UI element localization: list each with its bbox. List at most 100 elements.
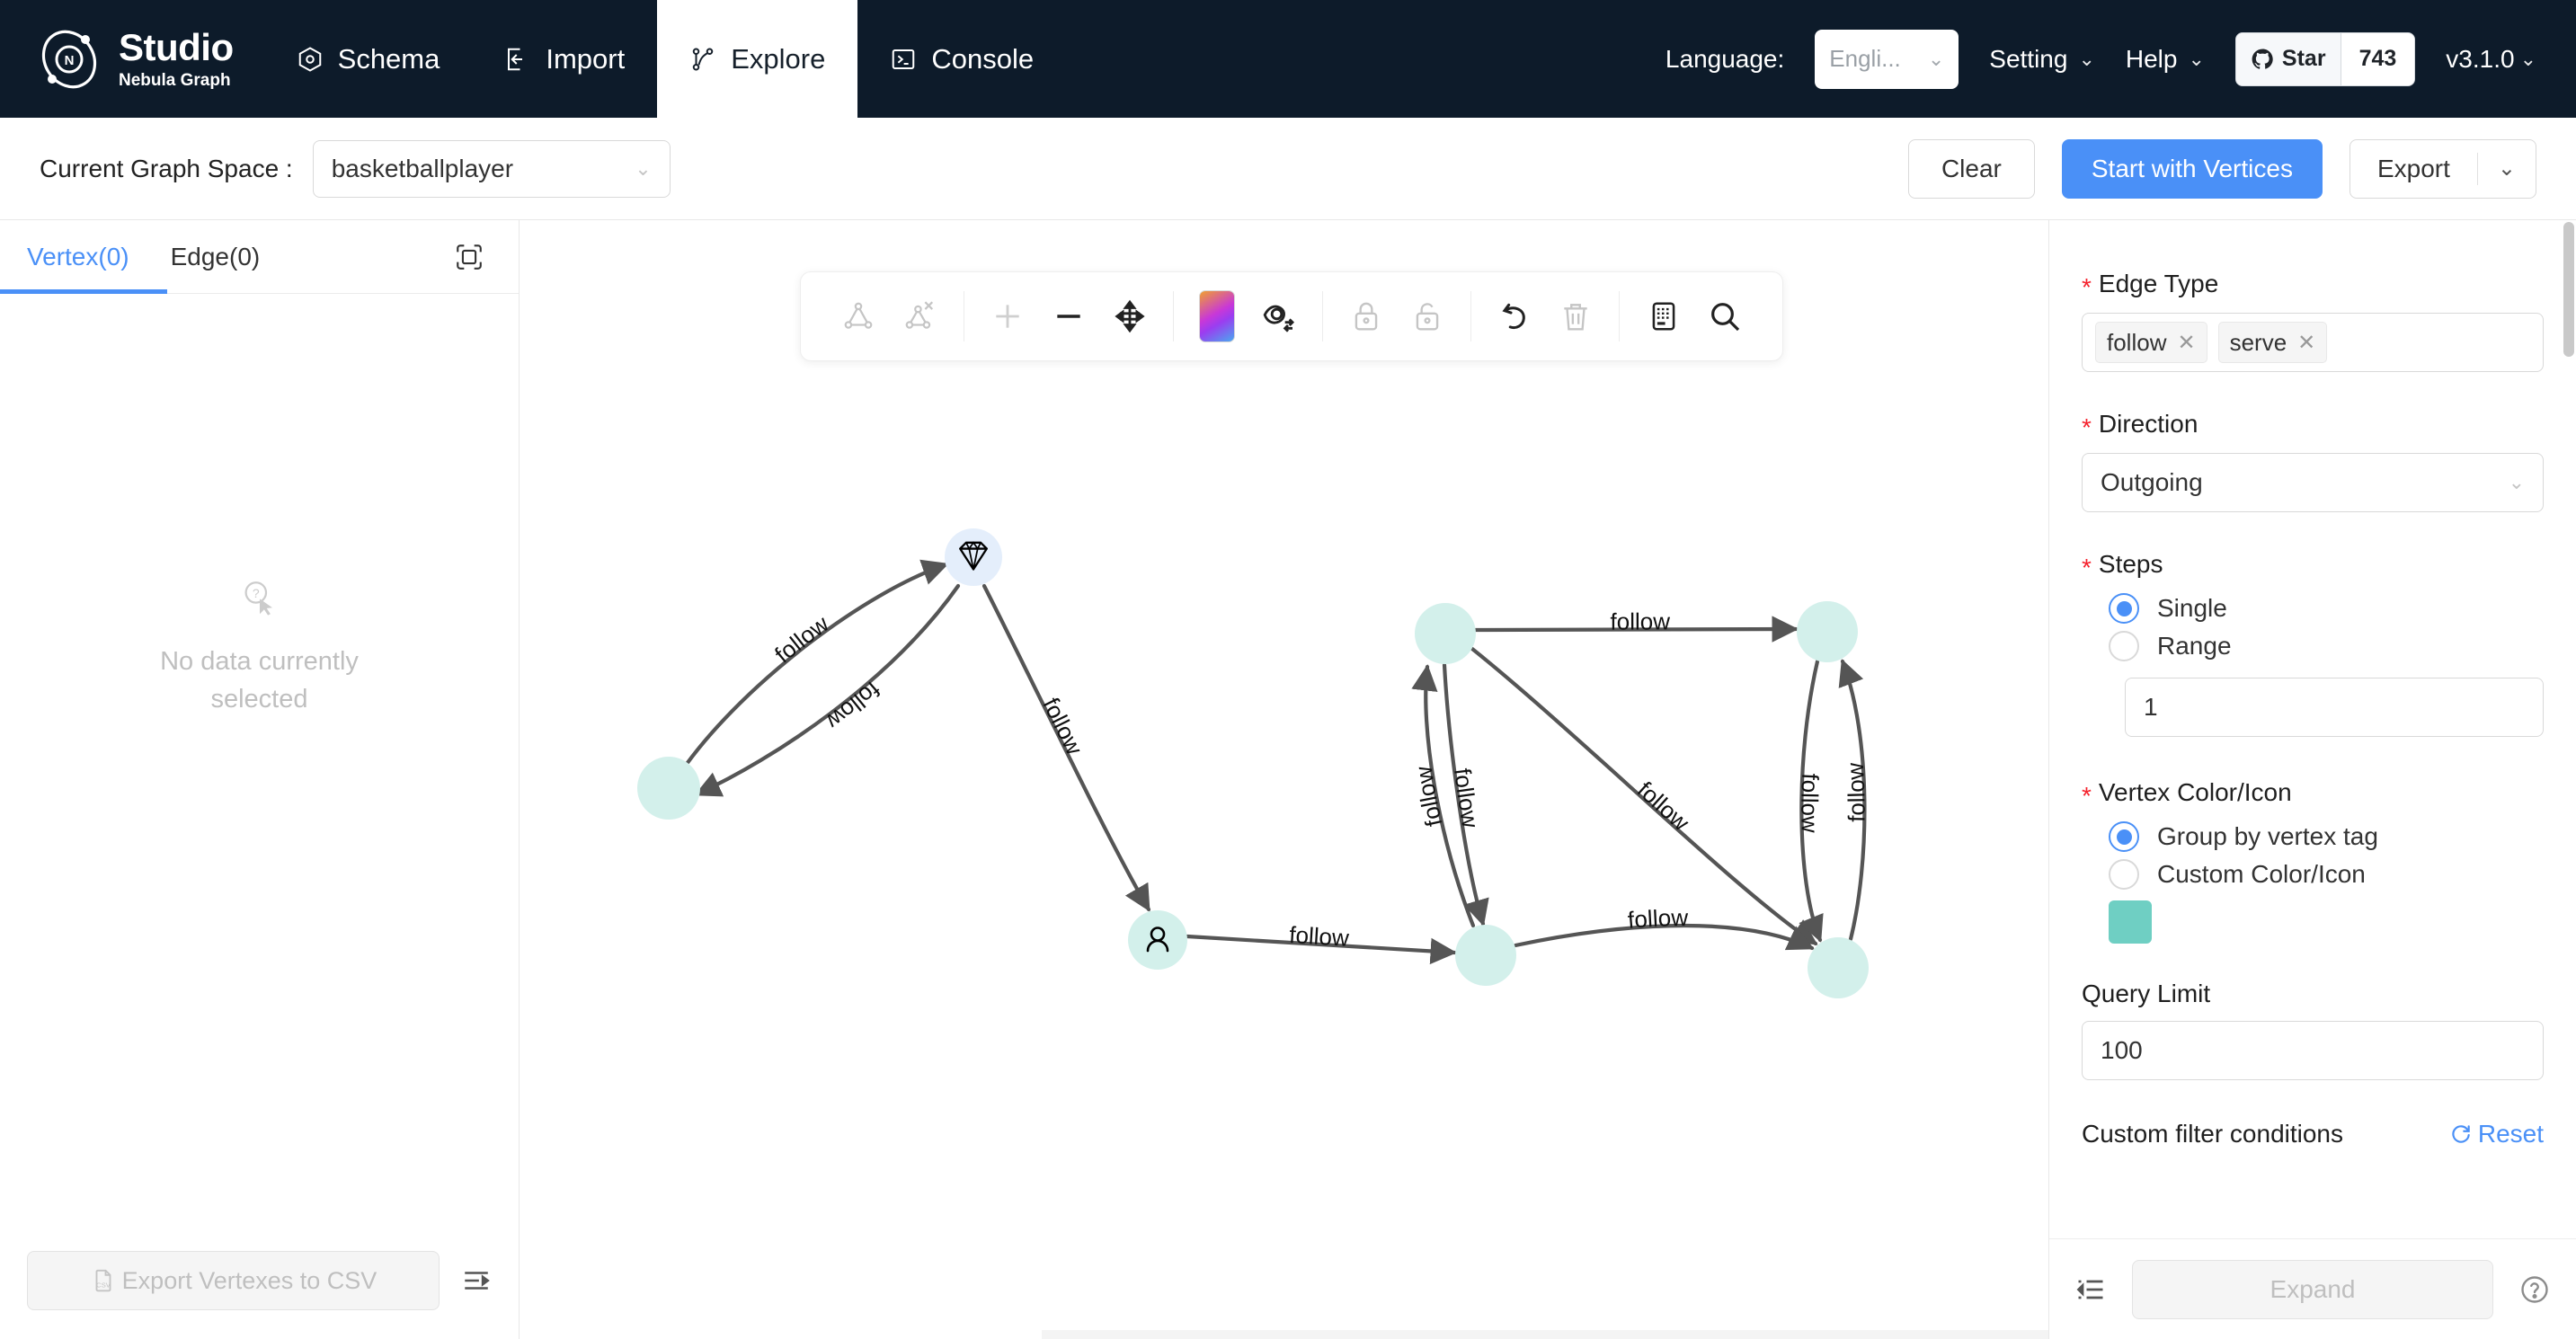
edge-type-tag-follow[interactable]: follow ✕ <box>2095 322 2207 363</box>
help-menu[interactable]: Help ⌄ <box>2126 45 2205 74</box>
tab-vertex[interactable]: Vertex(0) <box>27 220 129 294</box>
custom-filter-row: Custom filter conditions Reset <box>2082 1120 2544 1148</box>
tag-label: serve <box>2229 328 2287 356</box>
github-star-widget[interactable]: Star 743 <box>2234 31 2416 86</box>
search-icon[interactable] <box>1694 271 1755 361</box>
expand-button[interactable]: Expand <box>2132 1259 2493 1319</box>
graph-node[interactable] <box>1415 603 1476 664</box>
nav-label-explore: Explore <box>731 42 826 75</box>
lock-icon[interactable] <box>1336 271 1397 361</box>
graph-node[interactable] <box>1808 937 1869 998</box>
edge-line[interactable] <box>697 586 958 794</box>
vertex-color-swatch[interactable] <box>2109 900 2152 944</box>
deselect-related-icon[interactable] <box>889 271 950 361</box>
graph-canvas[interactable]: follow follow follow follow follow follo… <box>520 220 2048 1339</box>
graph-toolbar <box>800 271 1783 361</box>
edge-label: follow <box>1610 607 1670 634</box>
nav-label-console: Console <box>931 42 1035 75</box>
query-limit-input[interactable]: 100 <box>2082 1021 2544 1080</box>
zoom-in-icon[interactable] <box>976 271 1037 361</box>
toggle-visibility-icon[interactable] <box>1248 271 1309 361</box>
chevron-down-icon: ⌄ <box>1927 47 1945 70</box>
export-vertexes-csv-button[interactable]: CSV Export Vertexes to CSV <box>27 1251 440 1310</box>
close-icon[interactable]: ✕ <box>2297 330 2315 356</box>
color-palette-icon[interactable] <box>1186 271 1248 361</box>
nav-item-schema[interactable]: Schema <box>264 0 473 118</box>
clear-label: Clear <box>1941 154 2002 182</box>
direction-select[interactable]: Outgoing ⌄ <box>2082 453 2544 512</box>
expand-panel-footer: Expand <box>2049 1238 2576 1339</box>
right-panel-scrollbar[interactable] <box>2563 222 2574 357</box>
star-button[interactable]: Star <box>2235 32 2341 85</box>
edge-type-tag-serve[interactable]: serve ✕ <box>2217 322 2328 363</box>
edge-type-input[interactable]: follow ✕ serve ✕ <box>2082 313 2544 372</box>
schema-icon <box>297 46 324 73</box>
help-circle-icon[interactable] <box>2518 1273 2551 1306</box>
edge-type-field-label: * Edge Type <box>2082 270 2544 301</box>
direction-value: Outgoing <box>2101 468 2203 496</box>
unlock-icon[interactable] <box>1397 271 1458 361</box>
version-label: v3.1.0 <box>2446 44 2515 73</box>
graph-space-select[interactable]: basketballplayer ⌄ <box>312 139 671 198</box>
steps-option-single[interactable]: Single <box>2109 593 2544 624</box>
fit-move-icon[interactable] <box>1099 271 1160 361</box>
tag-label: follow <box>2107 328 2167 356</box>
nav-item-explore[interactable]: Explore <box>657 0 858 118</box>
radio-custom-color[interactable] <box>2109 859 2139 890</box>
chevron-down-icon[interactable]: ⌄ <box>2478 155 2536 182</box>
toolbar-divider <box>1321 291 1323 341</box>
collapse-panel-icon[interactable] <box>461 1265 492 1296</box>
tab-vertex-label: Vertex(0) <box>27 242 129 270</box>
select-related-icon[interactable] <box>828 271 889 361</box>
canvas-horizontal-scrollbar[interactable] <box>1042 1330 2048 1339</box>
edge-line[interactable] <box>687 564 946 764</box>
vertex-color-option-group[interactable]: Group by vertex tag <box>2109 821 2544 852</box>
edge-type-label: Edge Type <box>2098 270 2219 297</box>
left-detail-panel: Vertex(0) Edge(0) ? No data currently se… <box>0 220 520 1339</box>
clear-button[interactable]: Clear <box>1907 138 2035 199</box>
vertex-color-field-label: * Vertex Color/Icon <box>2082 778 2544 809</box>
color-swatch <box>1199 290 1236 342</box>
left-panel-empty-state: ? No data currently selected <box>0 294 519 1222</box>
expand-list-icon[interactable] <box>2074 1273 2107 1306</box>
radio-group-by-tag[interactable] <box>2109 821 2139 852</box>
steps-value: 1 <box>2144 693 2158 721</box>
graph-visualization[interactable]: follow follow follow follow follow follo… <box>520 220 2048 1339</box>
console-icon <box>890 46 917 73</box>
language-label: Language: <box>1665 44 1785 73</box>
version-menu[interactable]: v3.1.0 ⌄ <box>2446 45 2536 74</box>
language-select[interactable]: Engli... ⌄ <box>1815 29 1959 89</box>
tab-edge[interactable]: Edge(0) <box>171 220 261 294</box>
graph-node[interactable] <box>1797 601 1858 662</box>
edge-label: follow <box>1449 767 1484 829</box>
brand-subtitle: Nebula Graph <box>119 71 231 90</box>
svg-text:?: ? <box>252 586 259 600</box>
nav-label-import: Import <box>546 42 626 75</box>
reset-button[interactable]: Reset <box>2449 1120 2544 1148</box>
zoom-out-icon[interactable] <box>1038 271 1099 361</box>
steps-option-range[interactable]: Range <box>2109 631 2544 661</box>
radio-range[interactable] <box>2109 631 2139 661</box>
undo-icon[interactable] <box>1484 271 1545 361</box>
fit-to-screen-icon[interactable] <box>454 242 484 272</box>
radio-single[interactable] <box>2109 593 2139 624</box>
start-with-vertices-button[interactable]: Start with Vertices <box>2061 138 2323 199</box>
delete-icon[interactable] <box>1545 271 1606 361</box>
vertex-color-option-custom[interactable]: Custom Color/Icon <box>2109 859 2544 890</box>
language-value: Engli... <box>1829 45 1901 72</box>
graph-node[interactable] <box>637 757 700 820</box>
required-marker: * <box>2082 273 2092 301</box>
graph-node[interactable] <box>945 528 1002 586</box>
close-icon[interactable]: ✕ <box>2177 330 2195 356</box>
setting-menu[interactable]: Setting ⌄ <box>1989 45 2095 74</box>
github-icon <box>2251 48 2274 71</box>
query-limit-value: 100 <box>2101 1036 2143 1064</box>
steps-value-input[interactable]: 1 <box>2125 678 2544 737</box>
nav-item-console[interactable]: Console <box>857 0 1066 118</box>
nav-item-import[interactable]: Import <box>472 0 657 118</box>
edge-label: follow <box>1288 921 1349 952</box>
graph-node[interactable] <box>1455 925 1516 986</box>
nebula-graph-logo-icon: N <box>36 26 102 93</box>
export-button[interactable]: Export ⌄ <box>2349 138 2536 199</box>
keyboard-icon[interactable] <box>1632 271 1693 361</box>
